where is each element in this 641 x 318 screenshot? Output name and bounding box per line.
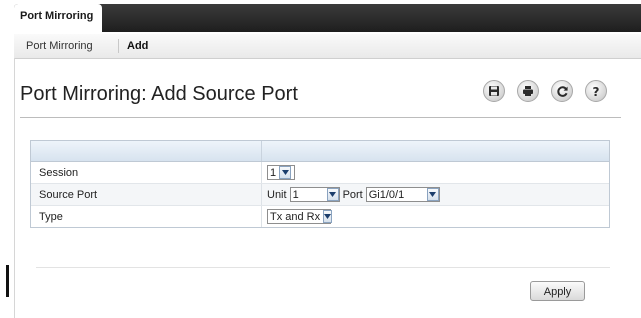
scroll-indicator: [6, 265, 9, 297]
subnav-separator: [118, 39, 119, 53]
subnav-item-port-mirroring[interactable]: Port Mirroring: [26, 40, 93, 52]
actions-divider: [36, 267, 610, 268]
form-header: [31, 141, 609, 162]
chevron-down-icon: [279, 166, 292, 179]
source-port-form: Session 1 Source Port Unit 1 Port Gi1/0/…: [30, 140, 610, 228]
tab-bar-background: [14, 4, 641, 32]
type-label: Type: [39, 211, 63, 223]
print-icon[interactable]: [517, 80, 539, 102]
sub-navigation: Port Mirroring Add: [14, 34, 641, 59]
title-divider: [20, 117, 621, 118]
unit-select[interactable]: 1: [289, 187, 340, 202]
tab-port-mirroring[interactable]: Port Mirroring: [14, 4, 102, 34]
top-tab-bar: Port Mirroring: [0, 0, 641, 34]
refresh-icon[interactable]: [551, 80, 573, 102]
session-label: Session: [39, 167, 79, 179]
port-select[interactable]: Gi1/0/1: [365, 187, 440, 202]
save-icon[interactable]: [483, 80, 505, 102]
apply-button[interactable]: Apply: [530, 281, 585, 301]
svg-text:?: ?: [593, 85, 600, 98]
subnav-item-add[interactable]: Add: [127, 40, 148, 52]
form-row-type: Type Tx and Rx: [31, 206, 609, 227]
chevron-down-icon: [326, 188, 339, 201]
help-icon[interactable]: ?: [585, 80, 607, 102]
form-row-session: Session 1: [31, 162, 609, 184]
form-row-source-port: Source Port Unit 1 Port Gi1/0/1: [31, 184, 609, 206]
source-port-label: Source Port: [39, 189, 98, 201]
session-select[interactable]: 1: [267, 165, 295, 180]
port-label: Port: [342, 188, 363, 201]
unit-label: Unit: [267, 188, 287, 201]
content-left-border: [14, 58, 15, 318]
chevron-down-icon: [426, 188, 439, 201]
chevron-down-icon: [323, 210, 333, 223]
page-title: Port Mirroring: Add Source Port: [20, 83, 298, 105]
type-select[interactable]: Tx and Rx: [267, 209, 333, 224]
